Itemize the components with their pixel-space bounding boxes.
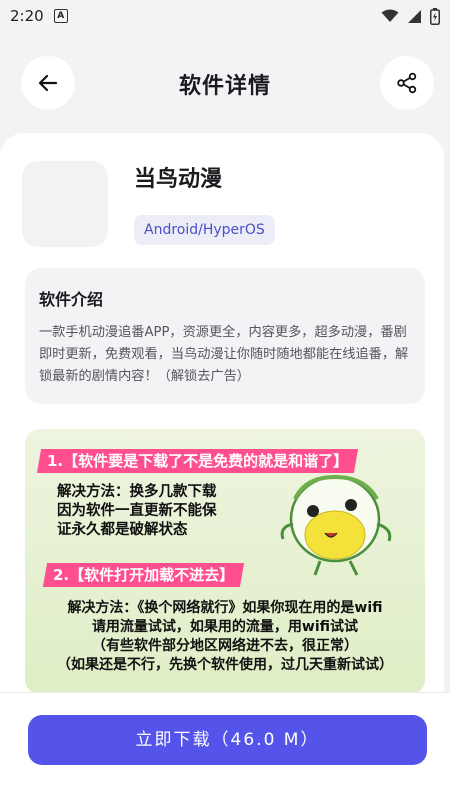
download-button[interactable]: 立即下载（46.0 M） [28,715,427,765]
share-icon [397,72,417,94]
intro-title: 软件介绍 [39,290,104,309]
platform-tag: Android/HyperOS [134,215,275,245]
notification-icon: A [53,9,68,23]
intro-text: 一款手机动漫追番APP，资源更全，内容更多，超多动漫，番剧即时更新，免费观看，当… [39,325,409,384]
app-icon [22,161,108,247]
promo-solution-2: 解决方法：《换个网络就行》如果你现在用的是wifi 请用流量试试，如果用的流量，… [57,600,393,673]
wifi-icon [381,9,399,22]
promo-banner-2: 2.【软件打开加载不进去】 [42,563,245,587]
battery-icon [430,7,440,25]
bottom-bar: 立即下载（46.0 M） [0,692,450,800]
share-button[interactable] [380,56,434,110]
status-bar: 2:20 A [0,0,450,32]
intro-section: 软件介绍 一款手机动漫追番APP，资源更全，内容更多，超多动漫，番剧即时更新，免… [25,268,425,404]
promo-image: 1.【软件要是下载了不是免费的就是和谐了】 解决方法：换多几款下载 因为软件一直… [25,429,425,694]
top-bar: 软件详情 [0,52,450,112]
status-icons [381,7,440,25]
egg-mascot-icon [280,474,392,576]
promo-solution-1: 解决方法：换多几款下载 因为软件一直更新不能保 证永久都是破解状态 [57,484,217,538]
app-name: 当鸟动漫 [134,167,223,192]
status-time: 2:20 [10,7,44,25]
signal-icon [408,9,421,23]
